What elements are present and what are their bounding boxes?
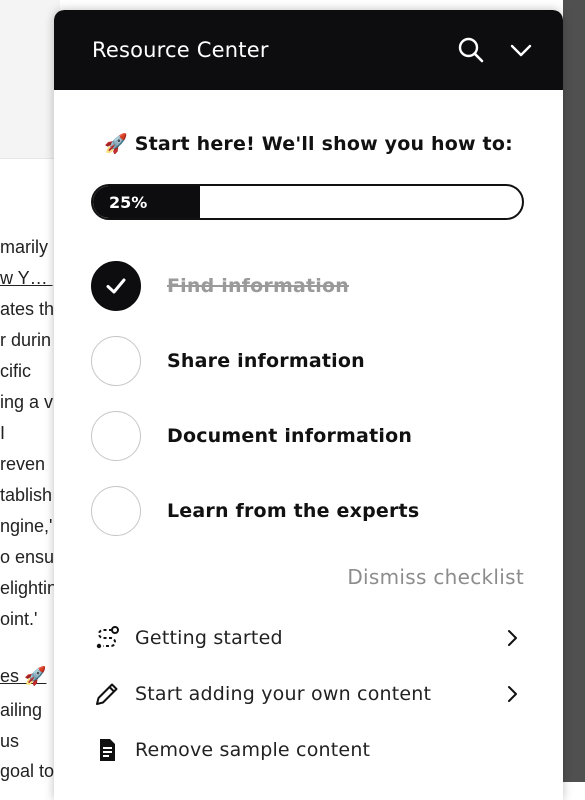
background-text-line: o ensu (0, 547, 55, 567)
document-icon (92, 735, 122, 765)
background-link[interactable]: w Y… , (0, 268, 58, 289)
task-checkbox[interactable] (91, 336, 141, 386)
background-text-line: ailing (0, 700, 43, 720)
background-text-line: tablish (0, 485, 53, 505)
collapse-button[interactable] (501, 30, 541, 70)
menu-item-label: Start adding your own content (135, 683, 432, 705)
resource-center-panel: Resource Center 🚀 Start here! We'll show… (54, 10, 563, 800)
task-label: Find information (167, 275, 349, 297)
checkmark-icon (106, 278, 126, 294)
background-text-line: marily (0, 237, 48, 257)
menu-item-start-adding-content[interactable]: Start adding your own content (92, 674, 522, 714)
background-text-line: us (0, 731, 20, 751)
task-learn-from-experts[interactable]: Learn from the experts (91, 485, 419, 537)
background-text-line: goal to (0, 761, 55, 781)
chevron-right-icon (502, 628, 522, 648)
task-label: Share information (167, 350, 365, 372)
background-text-line: ing a v (0, 392, 54, 412)
menu-item-getting-started[interactable]: Getting started (92, 618, 522, 658)
task-checkbox-checked[interactable] (91, 261, 141, 311)
checklist-progress-bar: 25% (91, 184, 524, 220)
task-share-information[interactable]: Share information (91, 335, 365, 387)
task-label: Learn from the experts (167, 500, 420, 522)
background-text-line: reven (0, 454, 46, 474)
task-checkbox[interactable] (91, 411, 141, 461)
background-scrollbar-area (563, 0, 585, 782)
task-find-information[interactable]: Find information (91, 260, 349, 312)
menu-item-label: Getting started (135, 627, 283, 649)
background-link[interactable]: es 🚀 (0, 666, 46, 687)
background-text-line: ates th (0, 299, 55, 319)
task-document-information[interactable]: Document information (91, 410, 412, 462)
progress-fill: 25% (93, 186, 201, 218)
menu-item-label: Remove sample content (135, 739, 371, 761)
background-text-line: elightin (0, 578, 58, 598)
menu-item-remove-sample-content[interactable]: Remove sample content (92, 730, 522, 770)
search-icon (458, 37, 484, 63)
background-text-line: I (0, 423, 6, 443)
dismiss-checklist-link[interactable]: Dismiss checklist (347, 565, 524, 589)
task-checkbox[interactable] (91, 486, 141, 536)
background-text-line: ngine,' (0, 516, 53, 536)
search-button[interactable] (451, 30, 491, 70)
route-icon (92, 623, 122, 653)
task-label: Document information (167, 425, 413, 447)
background-text-line: r durin (0, 330, 52, 350)
chevron-down-icon (510, 44, 532, 57)
pencil-icon (92, 679, 122, 709)
panel-title: Resource Center (92, 38, 269, 62)
progress-text: 25% (109, 192, 148, 212)
background-text-line: cific (0, 361, 31, 381)
panel-header: Resource Center (54, 10, 563, 90)
background-header-area (0, 0, 60, 159)
chevron-right-icon (502, 684, 522, 704)
checklist-subtitle: 🚀 Start here! We'll show you how to: (104, 133, 513, 155)
background-text-line: oint.' (0, 609, 38, 629)
